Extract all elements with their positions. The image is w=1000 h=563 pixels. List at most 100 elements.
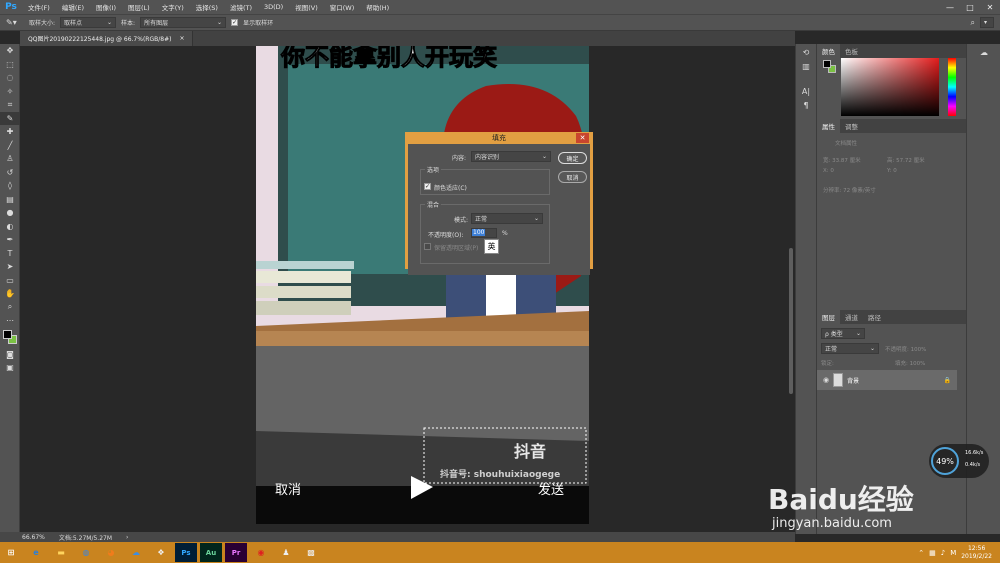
- zoom-level[interactable]: 66.67%: [22, 534, 45, 541]
- tab-swatches[interactable]: 色板: [840, 44, 863, 58]
- sample-select[interactable]: 所有图层 ⌄: [140, 17, 227, 28]
- menu-view[interactable]: 视图(V): [289, 2, 324, 12]
- paragraph-panel-icon[interactable]: ¶: [796, 99, 816, 113]
- layer-visibility-eye-icon[interactable]: ◉: [823, 376, 829, 384]
- properties-panel-icon[interactable]: ▥: [796, 60, 816, 74]
- layer-kind-filter[interactable]: ρ 类型 ⌄: [821, 328, 865, 339]
- file-explorer-icon[interactable]: ▬: [50, 543, 72, 562]
- ok-button[interactable]: 确定: [558, 152, 587, 164]
- search-icon[interactable]: ⌕: [971, 18, 975, 28]
- canvas-vertical-scrollbar[interactable]: [789, 248, 793, 394]
- color-adapt-checkbox[interactable]: ✓: [424, 183, 431, 190]
- path-select-tool-icon[interactable]: ➤: [0, 260, 20, 274]
- cloud-drive-icon[interactable]: ☁: [125, 543, 147, 562]
- layer-name[interactable]: 背景: [847, 376, 859, 385]
- marquee-tool-icon[interactable]: ⬚: [0, 58, 20, 72]
- crop-tool-icon[interactable]: ⌗: [0, 98, 20, 112]
- color-fg-swatch[interactable]: [823, 60, 831, 68]
- network-tray-icon[interactable]: ▦: [929, 549, 936, 557]
- tab-layers[interactable]: 图层: [817, 310, 840, 324]
- preserve-transparency-checkbox[interactable]: [424, 243, 431, 250]
- cancel-button[interactable]: 取消: [558, 171, 587, 183]
- quick-mask-icon[interactable]: ◙: [0, 348, 20, 362]
- type-tool-icon[interactable]: T: [0, 247, 20, 261]
- close-tab-icon[interactable]: ×: [179, 35, 184, 42]
- zoom-tool-icon[interactable]: ⌕: [0, 301, 20, 315]
- blur-tool-icon[interactable]: ●: [0, 206, 20, 220]
- lasso-tool-icon[interactable]: ◌: [0, 71, 20, 85]
- netease-music-icon[interactable]: ◉: [250, 543, 272, 562]
- eraser-tool-icon[interactable]: ◊: [0, 179, 20, 193]
- color-swatches[interactable]: [0, 328, 20, 348]
- menu-edit[interactable]: 编辑(E): [56, 2, 90, 12]
- image-viewer-icon[interactable]: ❖: [150, 543, 172, 562]
- content-select[interactable]: 内容识别 ⌄: [471, 151, 551, 162]
- character-panel-icon[interactable]: A|: [796, 85, 816, 99]
- minimize-button[interactable]: —: [940, 3, 960, 12]
- menu-3d[interactable]: 3D(D): [258, 3, 289, 11]
- tab-color[interactable]: 颜色: [817, 44, 840, 58]
- layer-fill[interactable]: 填充: 100%: [895, 359, 925, 367]
- eyedropper-tool-icon[interactable]: ✎: [0, 111, 20, 125]
- menu-layer[interactable]: 图层(L): [122, 2, 156, 12]
- premiere-taskbar-icon[interactable]: Pr: [225, 543, 247, 562]
- start-button-icon[interactable]: ⊞: [0, 543, 22, 562]
- clock[interactable]: 12:56 2019/2/22: [961, 545, 992, 561]
- tab-adjustments[interactable]: 调整: [840, 119, 863, 133]
- menu-type[interactable]: 文字(Y): [156, 2, 190, 12]
- app-taskbar-icon[interactable]: ▩: [300, 543, 322, 562]
- layer-thumbnail[interactable]: [833, 373, 844, 387]
- layer-row-background[interactable]: ◉ 背景 🔒: [817, 370, 957, 390]
- menu-filter[interactable]: 滤镜(T): [224, 2, 258, 12]
- menu-help[interactable]: 帮助(H): [360, 2, 395, 12]
- healing-brush-tool-icon[interactable]: ✚: [0, 125, 20, 139]
- uc-browser-icon[interactable]: ◕: [100, 543, 122, 562]
- libraries-panel-icon[interactable]: ☁: [967, 46, 1000, 60]
- hand-tool-icon[interactable]: ✋: [0, 287, 20, 301]
- hue-slider[interactable]: [948, 58, 956, 116]
- audition-taskbar-icon[interactable]: Au: [200, 543, 222, 562]
- menu-image[interactable]: 图像(I): [90, 2, 122, 12]
- color-picker-field[interactable]: [841, 58, 939, 116]
- fill-dialog-titlebar[interactable]: 填充 ✕: [405, 132, 593, 144]
- tab-properties[interactable]: 属性: [817, 119, 840, 133]
- menu-window[interactable]: 窗口(W): [324, 2, 361, 12]
- shape-tool-icon[interactable]: ▭: [0, 274, 20, 288]
- history-brush-tool-icon[interactable]: ↺: [0, 166, 20, 180]
- opacity-input[interactable]: 100: [471, 228, 497, 238]
- document-canvas[interactable]: 你不能拿别人开玩笑 抖音 抖音号: shouhuixiaogege 取消 发送: [256, 46, 589, 524]
- tab-channels[interactable]: 通道: [840, 310, 863, 324]
- ie-browser-icon[interactable]: e: [25, 543, 47, 562]
- volume-tray-icon[interactable]: ♪: [941, 549, 945, 557]
- more-tools-icon[interactable]: ⋯: [0, 314, 20, 328]
- screen-mode-icon[interactable]: ▣: [0, 361, 20, 375]
- move-tool-icon[interactable]: ✥: [0, 44, 20, 58]
- dialog-close-button[interactable]: ✕: [576, 133, 589, 143]
- foreground-color-swatch[interactable]: [3, 329, 12, 339]
- mode-select[interactable]: 正常 ⌄: [471, 213, 543, 224]
- sample-size-select[interactable]: 取样点 ⌄: [60, 17, 117, 28]
- menu-file[interactable]: 文件(F): [22, 2, 56, 12]
- layer-blend-mode[interactable]: 正常 ⌄: [821, 343, 879, 354]
- dodge-tool-icon[interactable]: ◐: [0, 220, 20, 234]
- layer-opacity[interactable]: 不透明度: 100%: [885, 345, 926, 353]
- photoshop-taskbar-icon[interactable]: Ps: [175, 543, 197, 562]
- tab-paths[interactable]: 路径: [863, 310, 886, 324]
- pen-tool-icon[interactable]: ✒: [0, 233, 20, 247]
- quick-select-tool-icon[interactable]: ✧: [0, 85, 20, 99]
- document-tab[interactable]: QQ图片20190222125448.jpg @ 66.7%(RGB/8#) ×: [20, 31, 194, 46]
- brush-tool-icon[interactable]: ╱: [0, 139, 20, 153]
- menu-select[interactable]: 选择(S): [190, 2, 224, 12]
- status-arrow-icon[interactable]: ›: [126, 534, 128, 541]
- eyedropper-tool-preset-icon[interactable]: ✎▾: [6, 18, 24, 27]
- show-ring-checkbox[interactable]: ✓: [231, 19, 239, 26]
- ime-tray-icon[interactable]: M: [950, 549, 956, 557]
- tray-up-arrow-icon[interactable]: ⌃: [918, 549, 924, 557]
- close-button[interactable]: ✕: [980, 3, 1000, 12]
- gradient-tool-icon[interactable]: ▤: [0, 193, 20, 207]
- history-panel-icon[interactable]: ⟲: [796, 46, 816, 60]
- clone-stamp-tool-icon[interactable]: ♙: [0, 152, 20, 166]
- browser-icon[interactable]: ◍: [75, 543, 97, 562]
- qq-icon[interactable]: ♟: [275, 543, 297, 562]
- maximize-button[interactable]: □: [960, 3, 980, 12]
